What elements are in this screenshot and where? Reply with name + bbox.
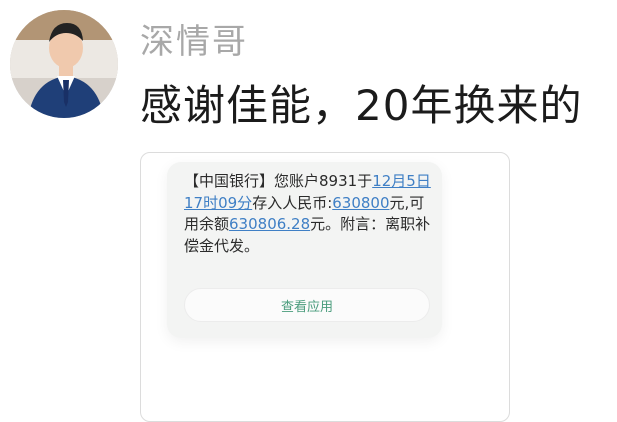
post-text: 感谢佳能，20年换来的 (140, 81, 583, 130)
avatar-photo (10, 10, 118, 118)
amount-link[interactable]: 630800 (332, 194, 389, 212)
view-app-button[interactable]: 查看应用 (184, 288, 430, 322)
deposit-label: 存入人民币: (252, 193, 333, 212)
sms-message: 【中国银行】您账户8931于12月5日17时09分存入人民币:630800元,可… (184, 171, 434, 257)
username[interactable]: 深情哥 (140, 14, 248, 63)
sms-header: 【中国银行】您账户8931于 (184, 172, 373, 190)
avatar[interactable] (10, 10, 118, 118)
balance-link[interactable]: 630806.28 (229, 215, 310, 233)
